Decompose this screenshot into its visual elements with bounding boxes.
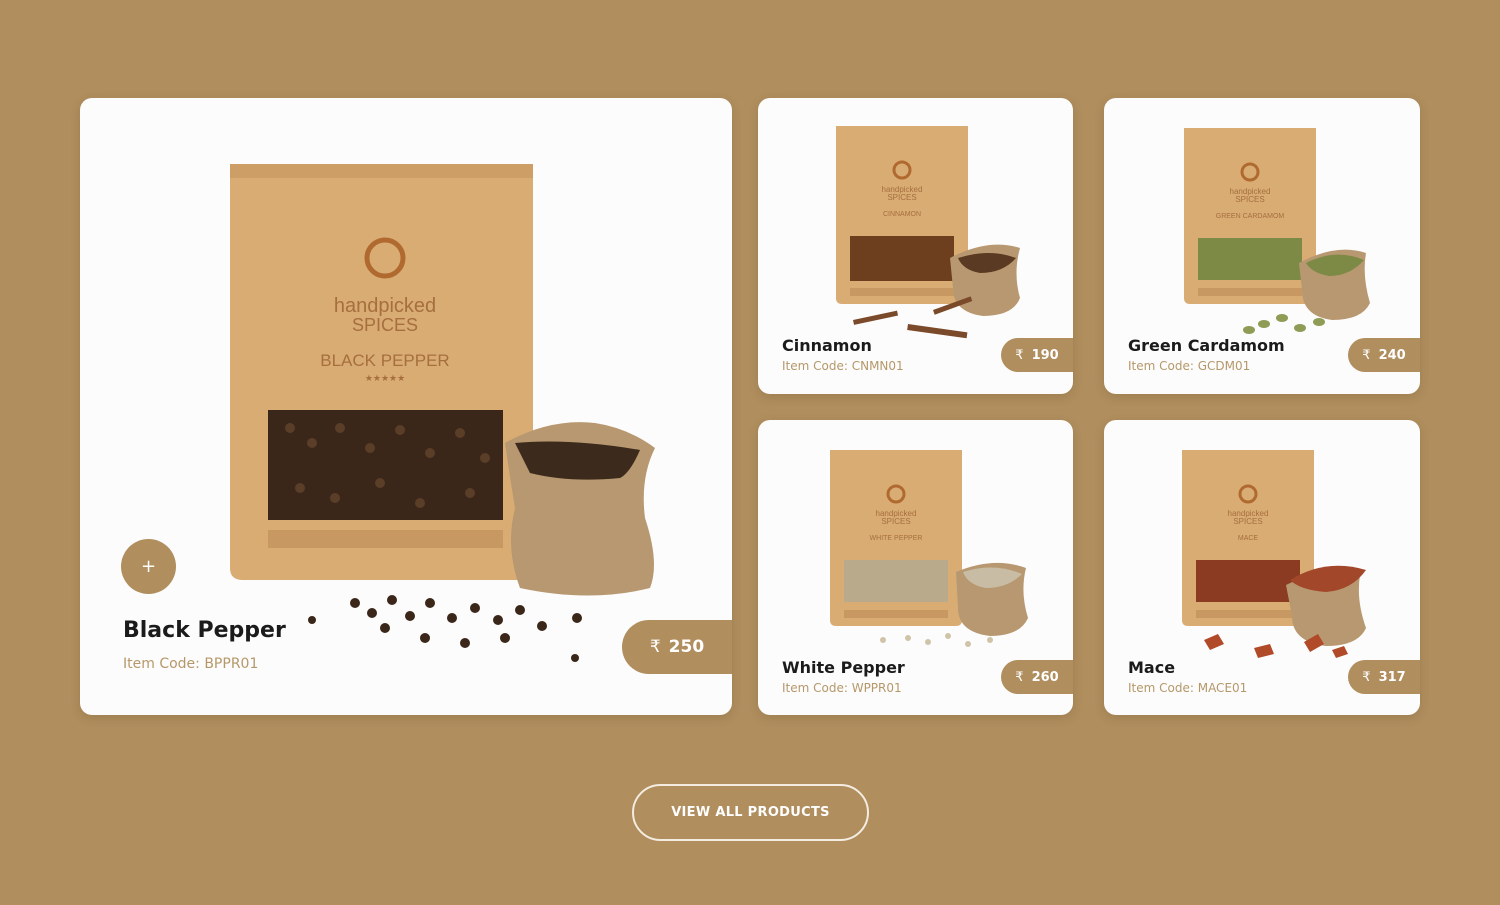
price-badge: ₹ 240 bbox=[1348, 338, 1420, 372]
price-value: 317 bbox=[1378, 669, 1406, 685]
product-item-code: Item Code: WPPR01 bbox=[782, 681, 902, 695]
product-item-code: Item Code: BPPR01 bbox=[123, 656, 259, 672]
price-value: 250 bbox=[668, 637, 705, 657]
pack-label: WHITE PEPPER bbox=[870, 535, 923, 542]
product-card-cinnamon[interactable]: handpicked SPICES CINNAMON Cinnamon Item… bbox=[758, 98, 1073, 394]
pack-label: CINNAMON bbox=[883, 211, 921, 218]
pack-brand-line2: SPICES bbox=[1233, 517, 1262, 526]
pack-brand-line2: SPICES bbox=[1235, 195, 1264, 204]
product-name: Black Pepper bbox=[123, 618, 286, 643]
product-name: White Pepper bbox=[782, 658, 905, 677]
pack-brand-line2: SPICES bbox=[352, 315, 418, 335]
price-badge: ₹ 190 bbox=[1001, 338, 1073, 372]
price-value: 190 bbox=[1031, 347, 1059, 363]
pack-label: BLACK PEPPER bbox=[320, 351, 449, 370]
product-item-code: Item Code: GCDM01 bbox=[1128, 359, 1251, 373]
product-name: Cinnamon bbox=[782, 336, 872, 355]
pack-stars: ★★★★★ bbox=[365, 374, 405, 384]
pack-brand-line1: handpicked bbox=[334, 295, 436, 317]
rupee-icon: ₹ bbox=[1362, 669, 1371, 685]
price-badge: ₹ 260 bbox=[1001, 660, 1073, 694]
product-card-white-pepper[interactable]: handpicked SPICES WHITE PEPPER White Pep… bbox=[758, 420, 1073, 715]
product-name: Green Cardamom bbox=[1128, 336, 1285, 355]
price-badge: ₹ 317 bbox=[1348, 660, 1420, 694]
rupee-icon: ₹ bbox=[1015, 347, 1024, 363]
product-card-mace[interactable]: handpicked SPICES MACE Mace Item Code: M… bbox=[1104, 420, 1420, 715]
rupee-icon: ₹ bbox=[1362, 347, 1371, 363]
pack-brand-line2: SPICES bbox=[887, 193, 916, 202]
rupee-icon: ₹ bbox=[1015, 669, 1024, 685]
product-name: Mace bbox=[1128, 658, 1176, 677]
pack-brand-line2: SPICES bbox=[881, 517, 910, 526]
add-to-cart-button[interactable]: + bbox=[121, 539, 176, 594]
price-value: 240 bbox=[1378, 347, 1406, 363]
product-card-green-cardamom[interactable]: handpicked SPICES GREEN CARDAMOM Green C… bbox=[1104, 98, 1420, 394]
pack-label: GREEN CARDAMOM bbox=[1216, 213, 1285, 220]
pack-label: MACE bbox=[1238, 535, 1259, 542]
product-item-code: Item Code: MACE01 bbox=[1128, 681, 1248, 695]
price-badge: ₹ 250 bbox=[622, 620, 732, 674]
product-item-code: Item Code: CNMN01 bbox=[782, 359, 904, 373]
product-card-featured[interactable]: handpicked SPICES BLACK PEPPER ★★★★★ + B… bbox=[80, 98, 732, 715]
price-value: 260 bbox=[1031, 669, 1059, 685]
rupee-icon: ₹ bbox=[649, 637, 661, 657]
view-all-products-button[interactable]: VIEW ALL PRODUCTS bbox=[632, 784, 869, 841]
products-showcase: handpicked SPICES BLACK PEPPER ★★★★★ + B… bbox=[0, 0, 1500, 905]
